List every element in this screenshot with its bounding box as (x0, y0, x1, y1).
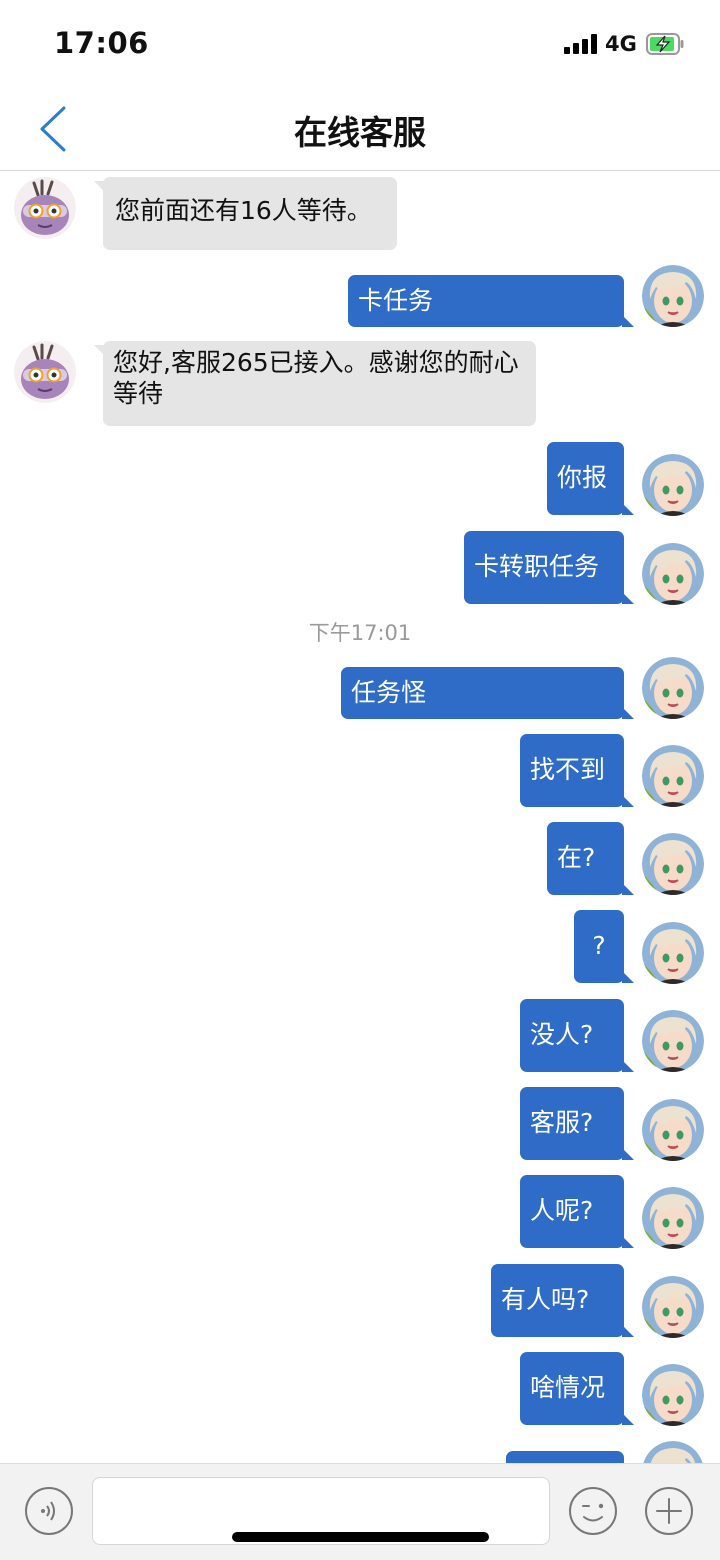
user-avatar[interactable] (642, 265, 704, 327)
status-bar: 17:06 4G (0, 0, 720, 88)
signal-strength-icon (564, 34, 598, 54)
user-avatar[interactable] (642, 1441, 704, 1463)
user-avatar[interactable] (642, 922, 704, 984)
user-avatar[interactable] (642, 1010, 704, 1072)
outgoing-message-bubble[interactable]: 有人吗? (491, 1264, 634, 1337)
outgoing-message-bubble[interactable]: ? (574, 910, 634, 983)
outgoing-message-bubble[interactable]: 人呢? (520, 1175, 634, 1248)
outgoing-message-bubble[interactable]: 在? (547, 822, 634, 895)
outgoing-message-bubble[interactable]: 卡转职任务 (464, 531, 634, 604)
battery-charging-icon (646, 33, 684, 55)
outgoing-message-bubble[interactable]: 找不到 (520, 734, 634, 807)
user-avatar[interactable] (642, 1099, 704, 1161)
user-avatar[interactable] (642, 1276, 704, 1338)
incoming-message-bubble[interactable]: 您前面还有16人等待。 (94, 177, 397, 250)
agent-avatar[interactable] (14, 177, 76, 239)
message-input-bar (0, 1463, 720, 1560)
status-time: 17:06 (54, 26, 149, 60)
outgoing-message-bubble[interactable]: 没人? (520, 999, 634, 1072)
user-avatar[interactable] (642, 745, 704, 807)
outgoing-message-bubble[interactable]: 啥情况 (520, 1352, 634, 1425)
outgoing-message-bubble[interactable]: 你报 (547, 442, 634, 515)
outgoing-message-bubble[interactable] (506, 1451, 624, 1463)
user-avatar[interactable] (642, 833, 704, 895)
incoming-message-bubble[interactable]: 您好,客服265已接入。感谢您的耐心等待 (94, 341, 536, 426)
chat-message-list[interactable]: 您前面还有16人等待。 卡任务 您好,客服265已接入。感谢您的耐心等待 你报 … (0, 171, 720, 1463)
user-avatar[interactable] (642, 1187, 704, 1249)
user-avatar[interactable] (642, 657, 704, 719)
voice-input-icon[interactable] (24, 1486, 74, 1536)
emoji-icon[interactable] (568, 1486, 618, 1536)
home-indicator[interactable] (232, 1532, 489, 1542)
user-avatar[interactable] (642, 1364, 704, 1426)
network-type: 4G (605, 32, 637, 56)
navigation-bar: 在线客服 (0, 88, 720, 171)
user-avatar[interactable] (642, 454, 704, 516)
outgoing-message-bubble[interactable]: 客服? (520, 1087, 634, 1160)
timestamp-divider: 下午17:01 (308, 621, 412, 645)
add-attachment-icon[interactable] (644, 1486, 694, 1536)
outgoing-message-bubble[interactable]: 卡任务 (348, 275, 634, 327)
page-title: 在线客服 (294, 113, 426, 152)
user-avatar[interactable] (642, 543, 704, 605)
outgoing-message-bubble[interactable]: 任务怪 (341, 667, 634, 719)
agent-avatar[interactable] (14, 341, 76, 403)
